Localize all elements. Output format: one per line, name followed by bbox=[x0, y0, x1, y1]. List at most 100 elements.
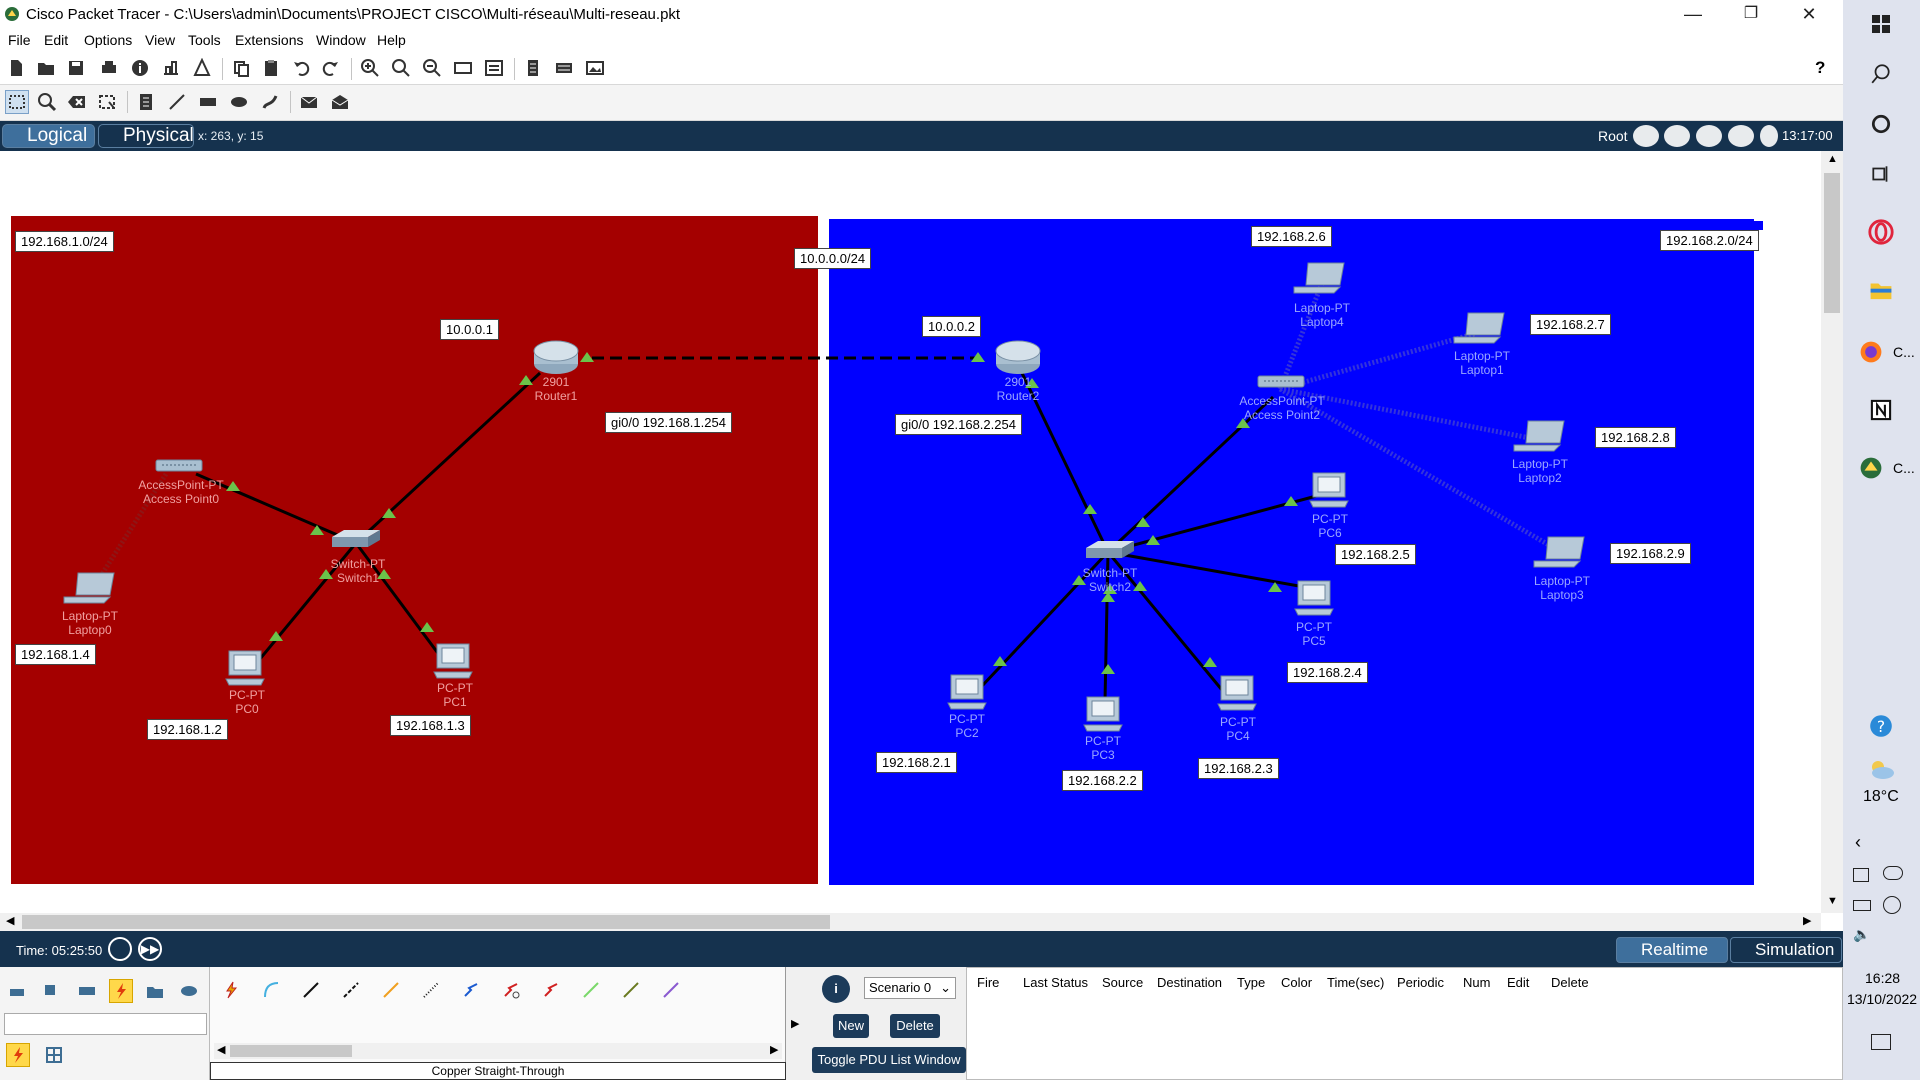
firefox-icon[interactable] bbox=[1853, 334, 1889, 370]
router1-label[interactable]: 2901 Router1 bbox=[535, 375, 578, 403]
background-image-icon[interactable] bbox=[1728, 125, 1754, 147]
add-complex-pdu-icon[interactable] bbox=[328, 90, 352, 114]
place-note-icon[interactable] bbox=[134, 90, 158, 114]
taskbar-time[interactable]: 16:28 bbox=[1865, 970, 1900, 986]
cluster-icon[interactable] bbox=[521, 56, 545, 80]
router2-label[interactable]: 2901 Router2 bbox=[997, 375, 1040, 403]
delete-icon[interactable] bbox=[65, 90, 89, 114]
search-icon[interactable] bbox=[1863, 56, 1899, 92]
blue-zone-label[interactable]: 192.168.2.0/24 bbox=[1660, 230, 1759, 251]
pc5-label[interactable]: PC-PT PC5 bbox=[1296, 620, 1332, 648]
copper-straight-through-icon[interactable] bbox=[294, 973, 328, 1007]
laptop4-ip-label[interactable]: 192.168.2.6 bbox=[1251, 226, 1332, 247]
simulation-mode-button[interactable]: Simulation bbox=[1730, 937, 1842, 963]
cable-scroll-right-icon[interactable]: ▶ bbox=[770, 1043, 778, 1056]
column-source[interactable]: Source bbox=[1102, 975, 1143, 990]
zoom-out-icon[interactable] bbox=[420, 56, 444, 80]
pc1-label[interactable]: PC-PT PC1 bbox=[437, 681, 473, 709]
access-point0-label[interactable]: AccessPoint-PT Access Point0 bbox=[138, 478, 223, 506]
clock-icon[interactable] bbox=[1760, 125, 1778, 147]
pc2-ip-label[interactable]: 192.168.2.1 bbox=[876, 752, 957, 773]
zoom-in-icon[interactable] bbox=[358, 56, 382, 80]
vertical-scrollbar[interactable]: ▲ ▼ bbox=[1821, 151, 1843, 913]
cable-scroll-left-icon[interactable]: ◀ bbox=[217, 1043, 225, 1056]
laptop1-ip-label[interactable]: 192.168.2.7 bbox=[1530, 314, 1611, 335]
scenario-select[interactable]: Scenario 0 ⌄ bbox=[864, 977, 956, 999]
meet-now-icon[interactable] bbox=[1853, 868, 1869, 882]
laptop2-ip-label[interactable]: 192.168.2.8 bbox=[1595, 427, 1676, 448]
weather-icon[interactable] bbox=[1863, 752, 1899, 788]
battery-icon[interactable] bbox=[1853, 900, 1871, 911]
menu-view[interactable]: View bbox=[145, 32, 175, 48]
firefox-task-label[interactable]: C... bbox=[1893, 344, 1915, 360]
router1-wan-ip-label[interactable]: 10.0.0.1 bbox=[440, 319, 499, 340]
router1-lan-ip-label[interactable]: gi0/0 192.168.1.254 bbox=[605, 412, 732, 433]
switch1-label[interactable]: Switch-PT Switch1 bbox=[331, 557, 386, 585]
components-icon[interactable] bbox=[75, 979, 99, 1003]
menu-tools[interactable]: Tools bbox=[188, 32, 221, 48]
zoom-reset-icon[interactable] bbox=[389, 56, 413, 80]
pc6-ip-label[interactable]: 192.168.2.5 bbox=[1335, 544, 1416, 565]
move-viewport-icon[interactable] bbox=[1696, 125, 1722, 147]
delete-scenario-button[interactable]: Delete bbox=[890, 1014, 940, 1038]
new-scenario-button[interactable]: New bbox=[833, 1014, 869, 1038]
notifications-icon[interactable] bbox=[1871, 1034, 1891, 1050]
help-tip-icon[interactable]: ? bbox=[1863, 708, 1899, 744]
open-folder-icon[interactable] bbox=[34, 56, 58, 80]
usb-cable-icon[interactable] bbox=[654, 973, 688, 1007]
column-last-status[interactable]: Last Status bbox=[1023, 975, 1088, 990]
octal-cable-icon[interactable] bbox=[574, 973, 608, 1007]
fast-forward-icon[interactable]: ▶▶ bbox=[138, 937, 162, 961]
laptop2-label[interactable]: Laptop-PT Laptop2 bbox=[1512, 457, 1568, 485]
fiber-cable-icon[interactable] bbox=[374, 973, 408, 1007]
ipc-icon[interactable] bbox=[552, 56, 576, 80]
laptop3-ip-label[interactable]: 192.168.2.9 bbox=[1610, 543, 1691, 564]
pc4-ip-label[interactable]: 192.168.2.3 bbox=[1198, 758, 1279, 779]
undo-icon[interactable] bbox=[289, 56, 313, 80]
windows-start-icon[interactable] bbox=[1863, 6, 1899, 42]
draw-line-icon[interactable] bbox=[165, 90, 189, 114]
maximize-button[interactable]: ❐ bbox=[1723, 0, 1779, 30]
menu-help[interactable]: Help bbox=[377, 32, 406, 48]
new-file-icon[interactable] bbox=[4, 56, 28, 80]
iot-custom-cable-icon[interactable] bbox=[614, 973, 648, 1007]
pc1-ip-label[interactable]: 192.168.1.3 bbox=[390, 715, 471, 736]
connections-subtype-icon[interactable] bbox=[6, 1043, 30, 1067]
column-num[interactable]: Num bbox=[1463, 975, 1490, 990]
draw-ellipse-icon[interactable] bbox=[227, 90, 251, 114]
photo-icon[interactable] bbox=[583, 56, 607, 80]
pc0-ip-label[interactable]: 192.168.1.2 bbox=[147, 719, 228, 740]
laptop0-ip-label[interactable]: 192.168.1.4 bbox=[15, 644, 96, 665]
cable-scrollbar[interactable]: ◀ ▶ bbox=[214, 1043, 782, 1059]
toggle-pdu-list-button[interactable]: Toggle PDU List Window bbox=[812, 1047, 966, 1073]
menu-extensions[interactable]: Extensions bbox=[235, 32, 303, 48]
inspect-icon[interactable] bbox=[35, 90, 59, 114]
serial-dce-icon[interactable] bbox=[494, 973, 528, 1007]
back-icon[interactable] bbox=[1633, 125, 1659, 147]
column-type[interactable]: Type bbox=[1237, 975, 1265, 990]
miscellaneous-icon[interactable] bbox=[143, 979, 167, 1003]
info-icon[interactable] bbox=[128, 56, 152, 80]
grid-icon[interactable] bbox=[42, 1043, 66, 1067]
menu-edit[interactable]: Edit bbox=[44, 32, 68, 48]
save-icon[interactable] bbox=[64, 56, 88, 80]
pc0-label[interactable]: PC-PT PC0 bbox=[229, 688, 265, 716]
pc6-label[interactable]: PC-PT PC6 bbox=[1312, 512, 1348, 540]
serial-dte-icon[interactable] bbox=[534, 973, 568, 1007]
redo-icon[interactable] bbox=[319, 56, 343, 80]
pc2-label[interactable]: PC-PT PC2 bbox=[949, 712, 985, 740]
task-view-icon[interactable] bbox=[1863, 156, 1899, 192]
scroll-up-icon[interactable]: ▲ bbox=[1827, 153, 1838, 165]
copper-cross-over-icon[interactable] bbox=[334, 973, 368, 1007]
network-devices-icon[interactable] bbox=[6, 979, 30, 1003]
coaxial-cable-icon[interactable] bbox=[454, 973, 488, 1007]
column-fire[interactable]: Fire bbox=[977, 975, 999, 990]
pc3-ip-label[interactable]: 192.168.2.2 bbox=[1062, 770, 1143, 791]
freeform-icon[interactable] bbox=[258, 90, 282, 114]
opera-icon[interactable] bbox=[1863, 214, 1899, 250]
phone-cable-icon[interactable] bbox=[414, 973, 448, 1007]
cable-scroll-thumb[interactable] bbox=[230, 1045, 352, 1057]
onedrive-icon[interactable] bbox=[1883, 866, 1903, 880]
activity-wizard-icon[interactable] bbox=[190, 56, 214, 80]
volume-icon[interactable]: 🔈 bbox=[1853, 926, 1870, 943]
